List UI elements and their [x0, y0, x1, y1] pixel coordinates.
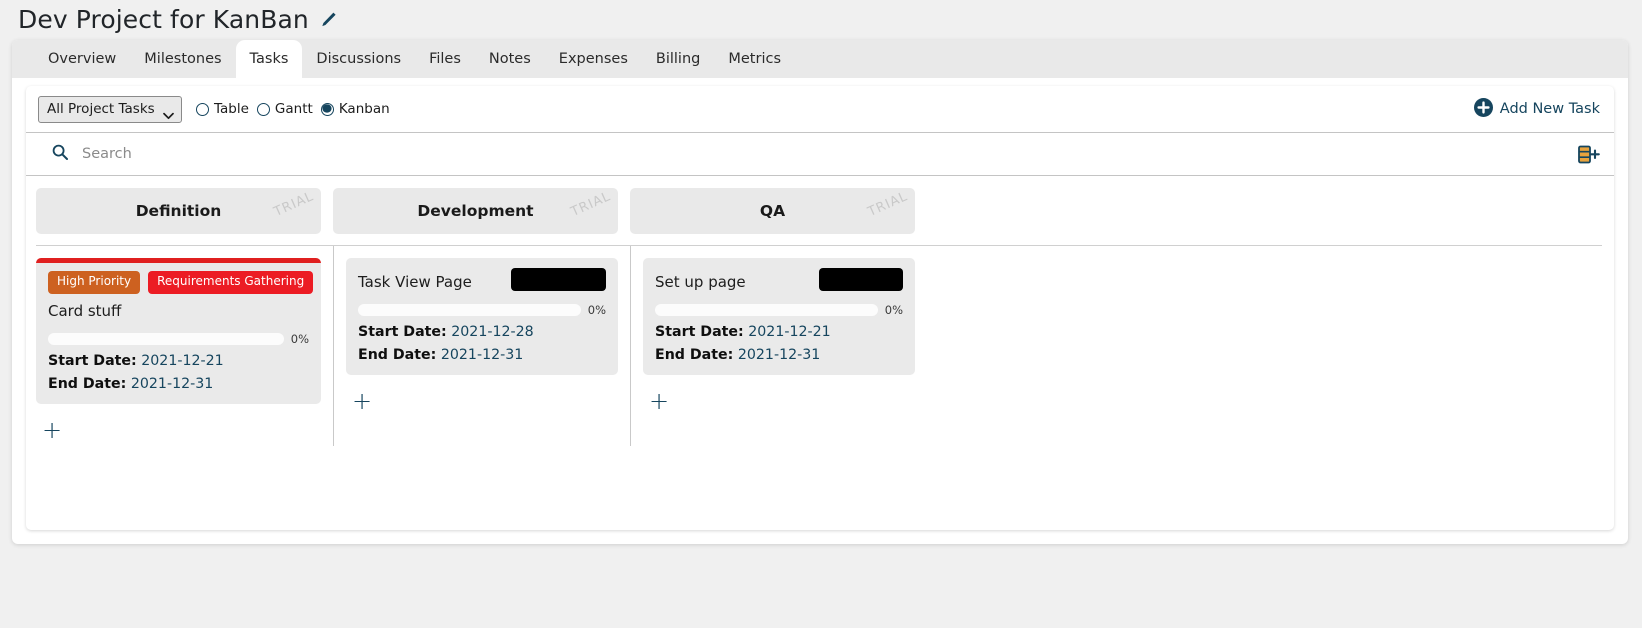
progress-percent: 0% [291, 332, 309, 346]
column-title: Definition [136, 202, 222, 220]
card-badges: High Priority Requirements Gathering [48, 271, 309, 294]
search-bar [26, 132, 1614, 176]
column-header-development[interactable]: Development TRIAL [333, 188, 618, 234]
column-title: QA [760, 202, 785, 220]
tab-overview[interactable]: Overview [34, 40, 130, 78]
tab-expenses[interactable]: Expenses [545, 40, 642, 78]
priority-badge: High Priority [48, 271, 140, 294]
radio-icon-gantt[interactable] [257, 103, 270, 116]
radio-icon-kanban[interactable] [321, 103, 334, 116]
tab-files[interactable]: Files [415, 40, 475, 78]
page-header: Dev Project for KanBan [0, 0, 1642, 40]
view-mode-kanban-label: Kanban [339, 101, 390, 117]
tasks-panel: Overview Milestones Tasks Discussions Fi… [12, 40, 1628, 544]
card-end-date: End Date: 2021-12-31 [358, 347, 606, 363]
board-columns: High Priority Requirements Gathering Car… [36, 246, 1614, 446]
kanban-board: Definition TRIAL Development TRIAL QA TR… [26, 176, 1614, 446]
tab-billing[interactable]: Billing [642, 40, 714, 78]
trial-watermark: TRIAL [569, 189, 613, 220]
start-date-value: 2021-12-28 [451, 324, 533, 340]
task-filter-wrap: All Project Tasks [38, 96, 182, 123]
view-mode-table[interactable]: Table [196, 101, 249, 117]
end-date-label: End Date: [358, 347, 436, 363]
view-mode-table-label: Table [214, 101, 249, 117]
status-badge: In Testing [819, 268, 903, 291]
start-date-value: 2021-12-21 [748, 324, 830, 340]
column-development: Task View Page In Progress 0% Start Date… [333, 246, 630, 446]
view-mode-radios: Table Gantt Kanban [196, 101, 394, 117]
end-date-label: End Date: [48, 376, 126, 392]
radio-icon-table[interactable] [196, 103, 209, 116]
task-card[interactable]: High Priority Requirements Gathering Car… [36, 258, 321, 404]
tab-bar: Overview Milestones Tasks Discussions Fi… [12, 40, 1628, 78]
column-qa: Set up page In Testing 0% Start Date: 20… [630, 246, 927, 446]
kanban-panel: All Project Tasks Table Gantt [26, 86, 1614, 530]
trial-watermark: TRIAL [272, 189, 316, 220]
add-new-task-label: Add New Task [1500, 101, 1600, 117]
tab-discussions[interactable]: Discussions [302, 40, 415, 78]
tab-notes[interactable]: Notes [475, 40, 545, 78]
view-mode-gantt[interactable]: Gantt [257, 101, 313, 117]
search-icon [52, 144, 68, 164]
tab-milestones[interactable]: Milestones [130, 40, 235, 78]
card-title: Card stuff [48, 294, 309, 320]
add-card-button-qa[interactable]: + [643, 375, 669, 413]
card-title: Set up page [655, 269, 746, 291]
column-header-definition[interactable]: Definition TRIAL [36, 188, 321, 234]
card-start-date: Start Date: 2021-12-21 [655, 324, 903, 340]
column-header-qa[interactable]: QA TRIAL [630, 188, 915, 234]
column-definition: High Priority Requirements Gathering Car… [36, 246, 333, 446]
card-header: Set up page In Testing [655, 268, 903, 291]
add-card-button-development[interactable]: + [346, 375, 372, 413]
board-toolbar: All Project Tasks Table Gantt [26, 86, 1614, 132]
task-card[interactable]: Task View Page In Progress 0% Start Date… [346, 258, 618, 375]
card-end-date: End Date: 2021-12-31 [48, 376, 309, 392]
progress-bar [358, 304, 581, 316]
end-date-value: 2021-12-31 [738, 347, 820, 363]
card-start-date: Start Date: 2021-12-21 [48, 353, 309, 369]
progress-percent: 0% [588, 303, 606, 317]
card-progress: 0% [655, 303, 903, 317]
page-title: Dev Project for KanBan [18, 7, 309, 32]
progress-bar [655, 304, 878, 316]
card-progress: 0% [48, 332, 309, 346]
pencil-icon[interactable] [319, 11, 338, 30]
task-card[interactable]: Set up page In Testing 0% Start Date: 20… [643, 258, 915, 375]
task-filter-select[interactable]: All Project Tasks [38, 96, 182, 123]
add-column-icon[interactable] [1578, 145, 1600, 164]
view-mode-gantt-label: Gantt [275, 101, 313, 117]
trial-watermark: TRIAL [866, 189, 910, 220]
card-header: Task View Page In Progress [358, 268, 606, 291]
start-date-label: Start Date: [48, 353, 137, 369]
end-date-value: 2021-12-31 [131, 376, 213, 392]
progress-bar [48, 333, 284, 345]
end-date-label: End Date: [655, 347, 733, 363]
status-badge: In Progress [511, 268, 606, 291]
column-title: Development [417, 202, 533, 220]
tab-tasks[interactable]: Tasks [236, 40, 303, 78]
view-mode-kanban[interactable]: Kanban [321, 101, 390, 117]
card-end-date: End Date: 2021-12-31 [655, 347, 903, 363]
plus-circle-icon [1474, 98, 1493, 121]
start-date-value: 2021-12-21 [141, 353, 223, 369]
search-input[interactable] [80, 145, 400, 163]
start-date-label: Start Date: [655, 324, 744, 340]
add-new-task-button[interactable]: Add New Task [1474, 98, 1600, 121]
add-card-button-definition[interactable]: + [36, 404, 62, 442]
stage-badge: Requirements Gathering [148, 271, 313, 294]
card-title: Task View Page [358, 269, 472, 291]
end-date-value: 2021-12-31 [441, 347, 523, 363]
column-headers: Definition TRIAL Development TRIAL QA TR… [36, 188, 1614, 234]
tab-metrics[interactable]: Metrics [714, 40, 795, 78]
progress-percent: 0% [885, 303, 903, 317]
card-start-date: Start Date: 2021-12-28 [358, 324, 606, 340]
card-progress: 0% [358, 303, 606, 317]
start-date-label: Start Date: [358, 324, 447, 340]
